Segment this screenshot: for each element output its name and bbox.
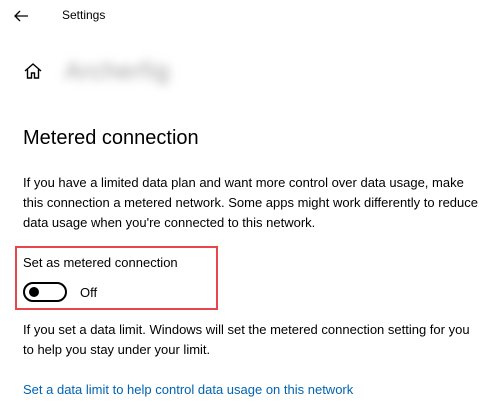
metered-toggle-label: Set as metered connection bbox=[23, 255, 178, 270]
toggle-knob bbox=[29, 287, 39, 297]
window-title: Settings bbox=[62, 8, 106, 22]
toggle-state-text: Off bbox=[80, 285, 98, 300]
home-icon bbox=[24, 63, 42, 79]
section-description: If you have a limited data plan and want… bbox=[23, 175, 478, 230]
home-button[interactable] bbox=[22, 60, 44, 82]
section-title: Metered connection bbox=[23, 127, 199, 149]
network-name-heading: Archerfig bbox=[65, 58, 171, 85]
metered-connection-toggle[interactable] bbox=[23, 282, 67, 302]
back-button[interactable] bbox=[10, 5, 32, 27]
data-limit-note: If you set a data limit. Windows will se… bbox=[23, 322, 470, 357]
back-arrow-icon bbox=[14, 10, 28, 22]
set-data-limit-link[interactable]: Set a data limit to help control data us… bbox=[23, 382, 353, 397]
